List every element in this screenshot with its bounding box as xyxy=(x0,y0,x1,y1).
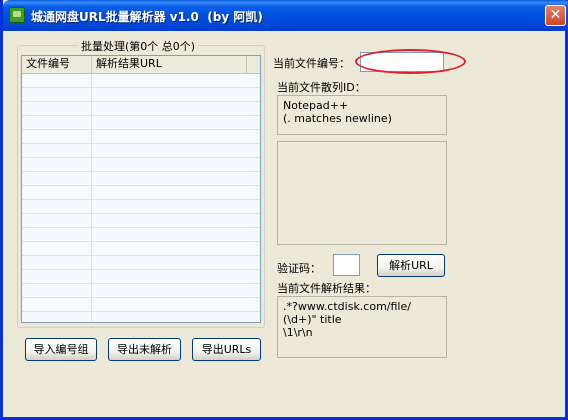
close-button[interactable]: ✕ xyxy=(545,5,566,26)
title-bar[interactable]: 城通网盘URL批量解析器 v1.0 (by 阿凯) ✕ xyxy=(3,0,568,31)
result-box: .*?www.ctdisk.com/file/ (\d+)" title \1\… xyxy=(277,296,447,358)
result-label: 当前文件解析结果： xyxy=(277,282,376,295)
column-header-file-id[interactable]: 文件编号 xyxy=(22,56,92,73)
hash-id-box: Notepad++ (. matches newline) xyxy=(277,95,447,135)
captcha-input[interactable] xyxy=(333,254,360,276)
column-header-filler xyxy=(247,56,260,73)
parse-url-button[interactable]: 解析URL xyxy=(377,254,445,277)
captcha-label: 验证码： xyxy=(277,262,321,275)
app-window: 城通网盘URL批量解析器 v1.0 (by 阿凯) ✕ 批量处理(第0个 总0个… xyxy=(0,0,568,420)
list-body[interactable] xyxy=(22,74,260,322)
batch-legend: 批量处理(第0个 总0个) xyxy=(78,38,199,54)
annotation-circle xyxy=(355,49,466,74)
import-button[interactable]: 导入编号组 xyxy=(25,338,97,361)
export-unparsed-button[interactable]: 导出未解析 xyxy=(108,338,181,361)
column-header-result-url[interactable]: 解析结果URL xyxy=(92,56,247,73)
batch-groupbox: 批量处理(第0个 总0个) 文件编号 解析结果URL xyxy=(17,38,265,328)
batch-list[interactable]: 文件编号 解析结果URL xyxy=(21,55,261,323)
hash-extra-box xyxy=(277,141,447,245)
green-disk-icon xyxy=(9,7,25,23)
window-title: 城通网盘URL批量解析器 v1.0 (by 阿凯) xyxy=(31,10,263,24)
list-header: 文件编号 解析结果URL xyxy=(22,56,260,74)
export-urls-button[interactable]: 导出URLs xyxy=(192,338,261,361)
file-id-label: 当前文件编号： xyxy=(273,57,350,70)
hash-id-label: 当前文件散列ID： xyxy=(277,81,366,94)
